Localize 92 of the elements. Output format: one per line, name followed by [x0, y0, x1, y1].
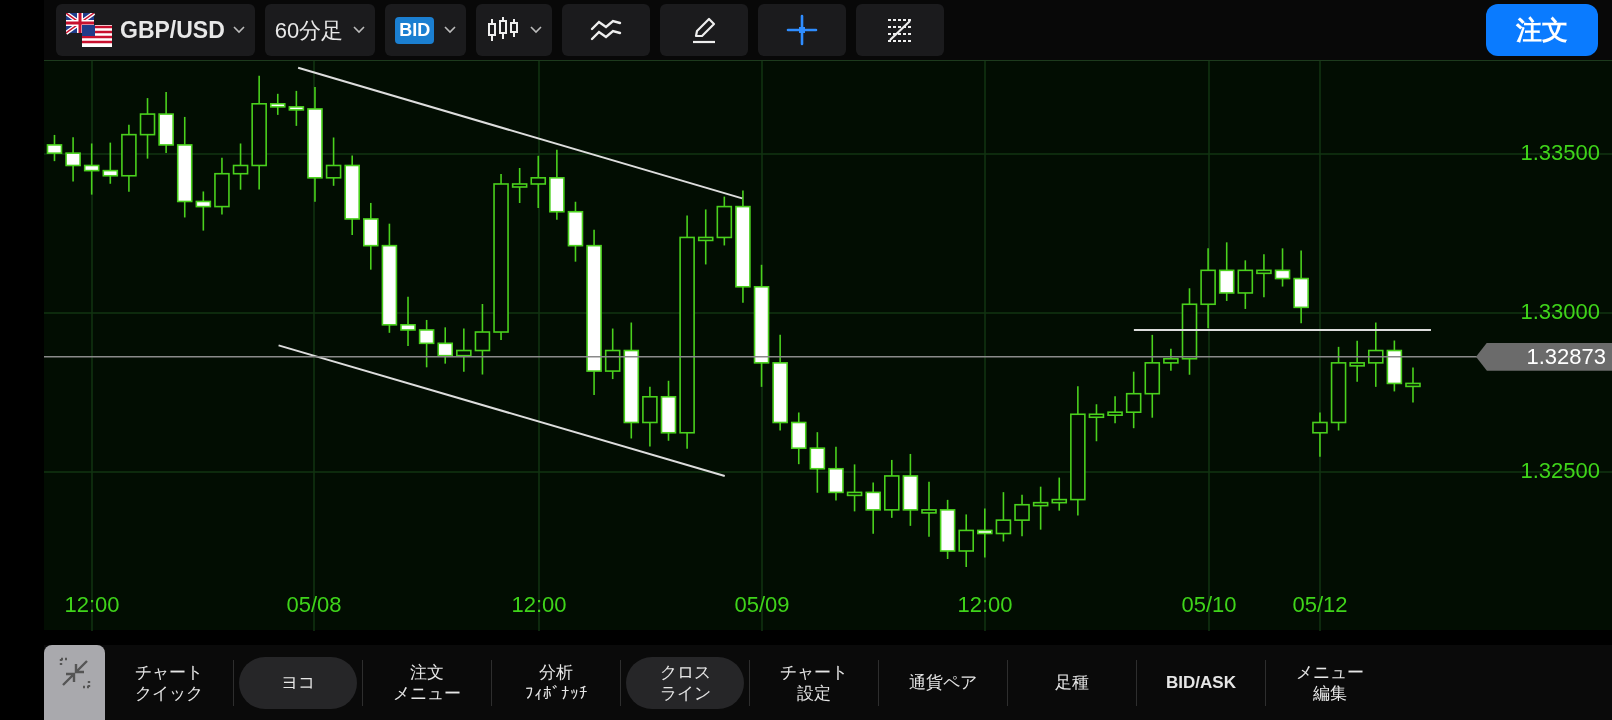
- caret-icon: [530, 26, 543, 34]
- price-axis-label: 1.33000: [1520, 301, 1600, 323]
- candlestick: [1386, 339, 1403, 393]
- timeframe-dropdown[interactable]: 60分足: [264, 4, 376, 56]
- current-price-label: 1.32873: [1476, 342, 1612, 371]
- candlestick: [790, 411, 807, 465]
- candlestick: [809, 431, 826, 494]
- candlestick: [214, 156, 230, 216]
- candlestick: [1163, 347, 1179, 372]
- candlestick: [1237, 259, 1254, 310]
- menu-item[interactable]: クロス ライン: [626, 656, 744, 709]
- candlestick: [846, 463, 863, 513]
- time-axis-label: 05/09: [734, 594, 790, 616]
- menu-item[interactable]: ヨコ: [239, 656, 357, 709]
- candlestick: [83, 142, 100, 196]
- candlestick: [1107, 395, 1123, 424]
- candlestick: [697, 208, 714, 266]
- time-axis-label: 05/12: [1292, 594, 1348, 616]
- candlestick: [325, 136, 342, 187]
- candlestick: [549, 149, 565, 221]
- candlestick: [865, 481, 881, 535]
- candlestick: [921, 481, 937, 538]
- candlestick: [977, 507, 993, 559]
- menu-item[interactable]: BID/ASK: [1142, 656, 1260, 709]
- candlestick: [1032, 485, 1049, 531]
- line-chart-icon: [589, 17, 624, 43]
- menu-item[interactable]: 分析 ﾌｨﾎﾞﾅｯﾁ: [497, 656, 615, 709]
- bid-badge: BID: [395, 16, 435, 44]
- menu-item[interactable]: チャート クイック: [110, 656, 228, 709]
- candlestick: [139, 97, 156, 160]
- candlestick: [400, 296, 416, 347]
- collapse-button[interactable]: [44, 645, 105, 720]
- price-axis-label: 1.33500: [1520, 142, 1600, 164]
- candlestick: [1256, 253, 1272, 299]
- crosshair-icon: [786, 14, 819, 46]
- price-axis-label: 1.32500: [1520, 460, 1600, 482]
- menu-item[interactable]: 足種: [1013, 656, 1131, 709]
- candlestick: [1051, 476, 1068, 512]
- time-axis-label: 12:00: [511, 594, 567, 616]
- candlestick: [939, 499, 956, 560]
- candlestick: [1014, 493, 1030, 537]
- menu-item[interactable]: 注文 メニュー: [368, 656, 486, 709]
- candlestick: [995, 491, 1012, 543]
- candlestick: [65, 136, 81, 183]
- candlestick: [1274, 247, 1291, 288]
- chart-tool-button[interactable]: [856, 4, 945, 56]
- time-axis-label: 05/08: [286, 594, 342, 616]
- candlestick: [232, 142, 249, 191]
- candlestick: [195, 190, 212, 232]
- candlestick: [716, 195, 733, 247]
- currency-pair-dropdown[interactable]: GBP/USD: [56, 4, 255, 56]
- candlestick: [828, 445, 844, 502]
- candlestick: [958, 513, 974, 568]
- candlestick: [363, 202, 379, 271]
- flag-icon: [66, 13, 112, 47]
- candlestick: [642, 385, 658, 448]
- candlestick: [1218, 241, 1235, 302]
- caret-icon: [353, 26, 366, 34]
- candlestick: [1125, 370, 1142, 429]
- order-button[interactable]: 注文: [1486, 4, 1598, 56]
- candlestick: [288, 90, 305, 127]
- menu-item[interactable]: メニュー 編集: [1271, 656, 1389, 709]
- candlestick: [46, 134, 63, 162]
- chart-type-dropdown[interactable]: [476, 4, 553, 56]
- time-axis-label: 05/10: [1181, 594, 1237, 616]
- candlestick: [530, 155, 547, 209]
- caret-icon: [444, 26, 457, 34]
- candlestick: [1367, 321, 1384, 388]
- candlestick: [456, 327, 472, 373]
- candlestick: [1349, 340, 1365, 383]
- time-axis-label: 12:00: [64, 594, 120, 616]
- menu-item[interactable]: 通貨ペア: [884, 656, 1002, 709]
- price-type-dropdown[interactable]: BID: [385, 4, 467, 56]
- candlestick: [121, 123, 137, 193]
- menu-item[interactable]: チャート 設定: [755, 656, 873, 709]
- candlestick: [437, 326, 454, 365]
- candlestick: [102, 141, 119, 185]
- caret-icon: [232, 26, 245, 34]
- chart-tool-button[interactable]: [660, 4, 749, 56]
- candlestick: [511, 167, 528, 204]
- candlestick: [884, 459, 900, 519]
- candlestick: [158, 91, 174, 154]
- candlestick: [1405, 366, 1421, 404]
- candlestick: [1312, 411, 1328, 458]
- chart-tool-button[interactable]: [562, 4, 651, 56]
- candlestick: [604, 327, 621, 380]
- time-axis-label: 12:00: [957, 594, 1013, 616]
- candlestick: [567, 200, 584, 263]
- candlestick: [660, 379, 677, 442]
- candlestick: [269, 93, 286, 116]
- candlestick: [1088, 403, 1105, 443]
- candlestick: [418, 319, 435, 369]
